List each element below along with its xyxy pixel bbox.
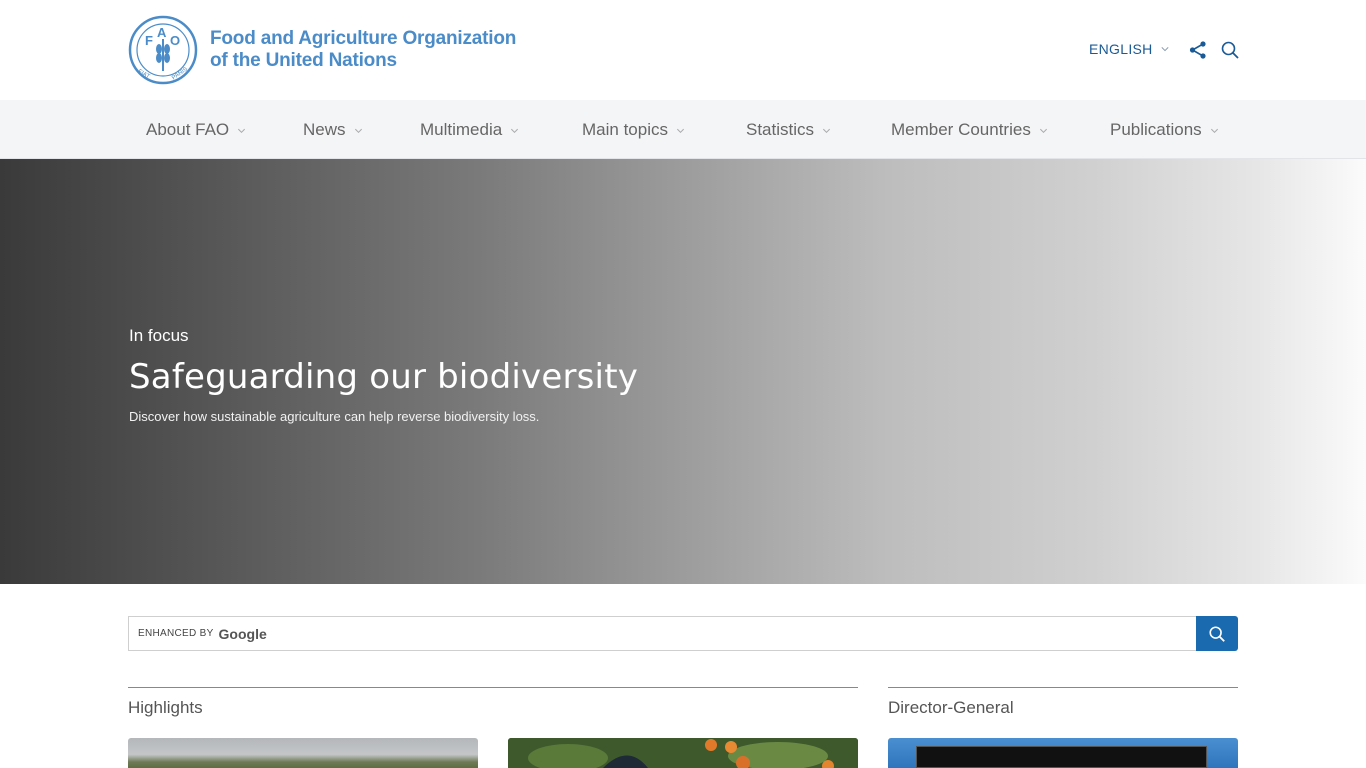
nav-item-statistics[interactable]: Statistics: [746, 120, 831, 140]
chevron-down-icon: [676, 128, 684, 133]
hero-title[interactable]: Safeguarding our biodiversity: [129, 357, 638, 397]
enhanced-by-label: ENHANCED BY: [138, 628, 214, 639]
director-general-divider: [888, 687, 1238, 688]
highlight-card-image[interactable]: [128, 738, 478, 768]
fao-emblem-logo: F A O FIAT PANIS: [128, 15, 198, 85]
highlights-title: Highlights: [128, 698, 203, 717]
svg-text:A: A: [157, 25, 167, 40]
nav-item-multimedia[interactable]: Multimedia: [420, 120, 519, 140]
nav-item-about-fao[interactable]: About FAO: [146, 120, 246, 140]
nav-label: Multimedia: [420, 120, 503, 139]
nav-item-publications[interactable]: Publications: [1110, 120, 1219, 140]
nav-label: Main topics: [582, 120, 668, 139]
site-header: F A O FIAT PANIS Food and Agriculture Or…: [0, 0, 1366, 100]
oranges-image: [508, 738, 858, 768]
site-search-input[interactable]: ENHANCED BY Google: [128, 616, 1197, 651]
svg-text:F: F: [145, 33, 153, 48]
nav-item-news[interactable]: News: [303, 120, 363, 140]
chevron-down-icon: [238, 128, 246, 133]
nav-label: About FAO: [146, 120, 230, 139]
hero-banner[interactable]: In focus Safeguarding our biodiversity D…: [0, 159, 1366, 584]
highlights-divider: [128, 687, 858, 688]
svg-text:O: O: [170, 33, 180, 48]
nav-label: News: [303, 120, 346, 139]
search-icon: [1209, 625, 1225, 642]
logo-line-2: of the United Nations: [210, 50, 397, 71]
logo-wordmark: Food and Agriculture Organization of the…: [210, 28, 516, 72]
director-general-title: Director-General: [888, 698, 1014, 717]
nav-item-member-countries[interactable]: Member Countries: [891, 120, 1048, 140]
fao-logo[interactable]: F A O FIAT PANIS Food and Agriculture Or…: [128, 15, 516, 85]
logo-line-1: Food and Agriculture Organization: [210, 28, 517, 49]
share-icon[interactable]: [1188, 40, 1208, 60]
video-player[interactable]: [916, 746, 1207, 768]
chevron-down-icon: [1161, 47, 1169, 52]
nav-item-main-topics[interactable]: Main topics: [582, 120, 685, 140]
chevron-down-icon: [1210, 128, 1218, 133]
nav-label: Publications: [1110, 120, 1202, 139]
search-icon[interactable]: [1220, 40, 1240, 60]
nav-label: Member Countries: [891, 120, 1031, 139]
main-navigation: About FAO News Multimedia Main topics St…: [0, 100, 1366, 159]
google-logo: Google: [218, 625, 267, 642]
language-selector[interactable]: ENGLISH: [1089, 41, 1169, 57]
language-label: ENGLISH: [1089, 41, 1153, 57]
chevron-down-icon: [823, 128, 831, 133]
hero-kicker: In focus: [129, 326, 189, 345]
chevron-down-icon: [1039, 128, 1047, 133]
director-general-video[interactable]: [888, 738, 1238, 768]
nav-label: Statistics: [746, 120, 815, 139]
search-submit-button[interactable]: [1196, 616, 1238, 651]
chevron-down-icon: [354, 128, 362, 133]
chevron-down-icon: [511, 128, 519, 133]
hero-description: Discover how sustainable agriculture can…: [129, 409, 540, 424]
highlight-card-image[interactable]: [508, 738, 858, 768]
